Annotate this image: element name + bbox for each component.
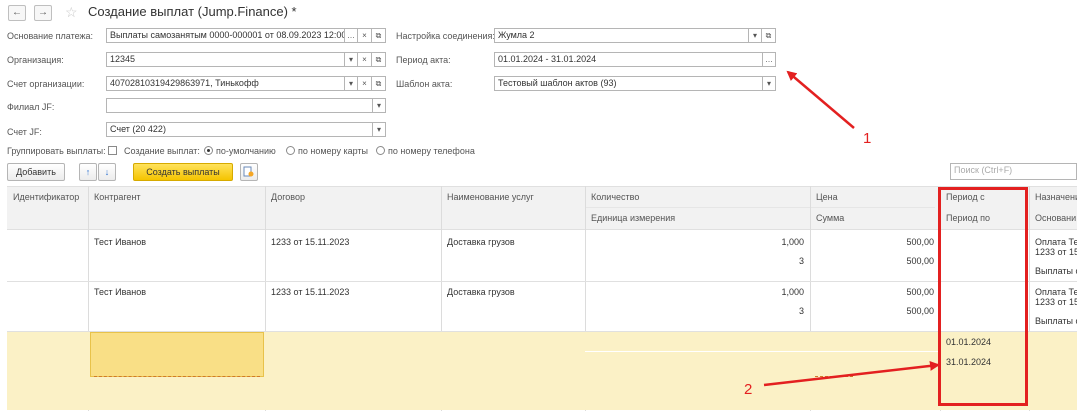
annotation-label-2: 2 — [744, 381, 753, 398]
arrow-2 — [763, 360, 940, 387]
annotation-label-1: 1 — [863, 130, 872, 147]
arrow-1 — [786, 70, 855, 129]
annotation-arrows — [763, 70, 940, 387]
